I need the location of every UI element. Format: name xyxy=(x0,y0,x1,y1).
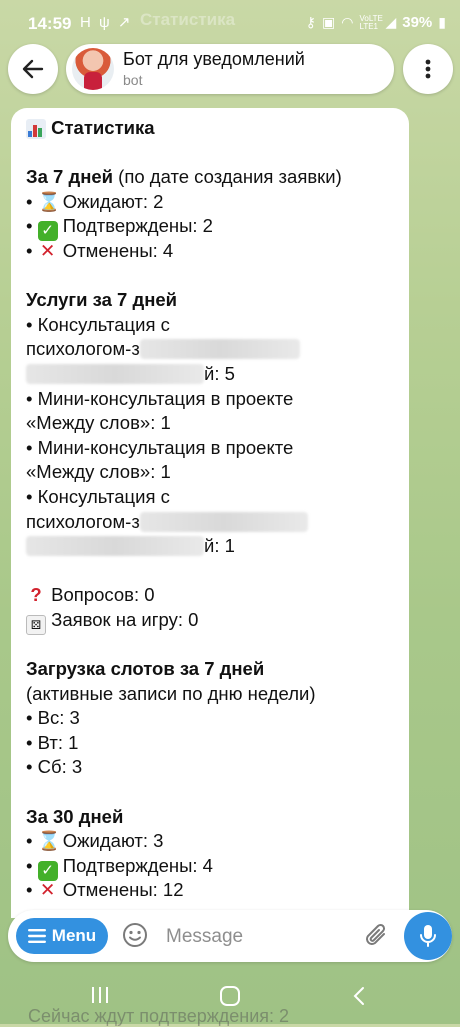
service-item-line: й: 1 xyxy=(26,534,398,559)
chat-subtitle: bot xyxy=(123,72,143,88)
cross-icon: ✕ xyxy=(39,879,56,901)
more-button[interactable] xyxy=(403,44,453,94)
back-arrow-icon xyxy=(22,59,44,79)
home-icon[interactable] xyxy=(219,986,241,1006)
message-composer: Menu xyxy=(8,910,452,962)
hamburger-icon xyxy=(27,929,46,943)
message-text: Статистика За 7 дней (по дате создания з… xyxy=(26,116,398,903)
message-title: Статистика xyxy=(51,117,155,138)
status-time: 14:59 xyxy=(28,14,72,33)
month-pending: Ожидают: 3 xyxy=(62,830,164,852)
question-icon: ? xyxy=(30,584,42,606)
slots-heading: Загрузка слотов за 7 дней xyxy=(26,658,265,680)
back-nav-icon[interactable] xyxy=(352,986,366,1006)
slot-day: • Сб: 3 xyxy=(26,756,83,778)
week-confirmed-line: • ✓ Подтверждены: 2 xyxy=(26,215,213,242)
chart-icon xyxy=(26,119,46,139)
paperclip-icon[interactable] xyxy=(364,922,390,950)
notification-icons: H ψ ↗ xyxy=(80,14,133,31)
service-item-line: • Консультация с xyxy=(26,313,170,335)
game-requests-count: Заявок на игру: 0 xyxy=(51,608,199,630)
menu-button[interactable]: Menu xyxy=(16,918,108,954)
status-right: ⚷ ▣ ◠ VoLTE LTE1 ◢ 39% ▮ xyxy=(306,14,446,31)
microphone-button[interactable] xyxy=(404,912,452,960)
avatar[interactable] xyxy=(72,48,114,90)
questions-line: ? Вопросов: 0 xyxy=(26,583,398,608)
game-requests-line: ⚄ Заявок на игру: 0 xyxy=(26,608,398,635)
week-cancelled-line: • ✕ Отменены: 4 xyxy=(26,239,398,264)
hourglass-icon: ⌛ xyxy=(37,190,61,212)
month-heading: За 30 дней xyxy=(26,805,124,827)
network-label: VoLTE LTE1 xyxy=(359,13,383,31)
more-vertical-icon xyxy=(425,59,431,79)
message-title-line: Статистика xyxy=(26,116,398,141)
services-heading: Услуги за 7 дней xyxy=(26,289,178,311)
month-cancelled: Отменены: 12 xyxy=(62,879,184,901)
service-item-line: й: 5 xyxy=(26,362,398,387)
menu-label: Menu xyxy=(51,926,97,945)
services-heading-line: Услуги за 7 дней xyxy=(26,288,398,313)
week-heading-note: (по дате создания заявки) xyxy=(113,166,342,188)
redacted-text xyxy=(139,511,308,532)
week-pending: Ожидают: 2 xyxy=(62,190,164,212)
key-icon: ⚷ xyxy=(305,14,317,30)
microphone-icon xyxy=(420,925,436,947)
week-heading: За 7 дней xyxy=(26,166,114,188)
month-confirmed: Подтверждены: 4 xyxy=(62,854,213,876)
dice-icon: ⚄ xyxy=(26,614,46,635)
message-bubble[interactable]: Статистика За 7 дней (по дате создания з… xyxy=(11,108,409,918)
slots-heading-line: Загрузка слотов за 7 дней xyxy=(26,657,398,682)
service-item-line: • Консультация с xyxy=(26,485,170,507)
status-bar: 14:59 H ψ ↗ Статистика ⚷ ▣ ◠ VoLTE LTE1 … xyxy=(0,0,460,46)
month-heading-line: За 30 дней xyxy=(26,805,398,830)
questions-count: Вопросов: 0 xyxy=(51,584,155,606)
slots-note: (активные записи по дню недели) xyxy=(26,682,316,704)
month-cancelled-line: • ✕ Отменены: 12 xyxy=(26,878,398,903)
service-item-line: • Мини-консультация в проекте xyxy=(26,436,294,458)
chat-title: Бот для уведомлений xyxy=(123,49,305,69)
smile-icon[interactable] xyxy=(122,922,148,948)
redacted-text xyxy=(26,536,204,557)
redacted-text xyxy=(26,363,204,384)
service-item-line: «Между слов»: 1 xyxy=(26,412,171,434)
week-cancelled: Отменены: 4 xyxy=(62,239,174,261)
service-item-line: • Мини-консультация в проекте xyxy=(26,387,294,409)
recent-apps-icon[interactable] xyxy=(90,986,110,1004)
month-pending-line: • ⌛ Ожидают: 3 xyxy=(26,829,398,854)
message-input[interactable] xyxy=(164,922,358,952)
service-item-line: «Между слов»: 1 xyxy=(26,461,171,483)
slot-day: • Вт: 1 xyxy=(26,731,79,753)
signal-icon: ◢ xyxy=(385,14,397,30)
back-button[interactable] xyxy=(8,44,58,94)
cross-icon: ✕ xyxy=(39,239,56,261)
week-heading-line: За 7 дней (по дате создания заявки) xyxy=(26,165,398,190)
battery-level: 39% xyxy=(402,14,433,31)
service-item-line: психологом-з xyxy=(26,337,398,362)
battery-icon: ▮ xyxy=(438,14,446,30)
week-confirmed: Подтверждены: 2 xyxy=(62,215,213,237)
system-nav-bar xyxy=(0,972,460,1024)
slot-day: • Вс: 3 xyxy=(26,707,80,729)
service-item-line: психологом-з xyxy=(26,510,398,535)
ghost-title: Статистика xyxy=(140,10,236,29)
month-confirmed-line: • ✓ Подтверждены: 4 xyxy=(26,854,213,881)
hourglass-icon: ⌛ xyxy=(37,830,61,852)
wifi-icon: ◠ xyxy=(341,14,354,30)
week-pending-line: • ⌛ Ожидают: 2 xyxy=(26,190,398,215)
redacted-text xyxy=(139,339,300,360)
chat-header[interactable]: Бот для уведомлений bot xyxy=(66,44,394,94)
lock-icon: ▣ xyxy=(322,14,336,30)
